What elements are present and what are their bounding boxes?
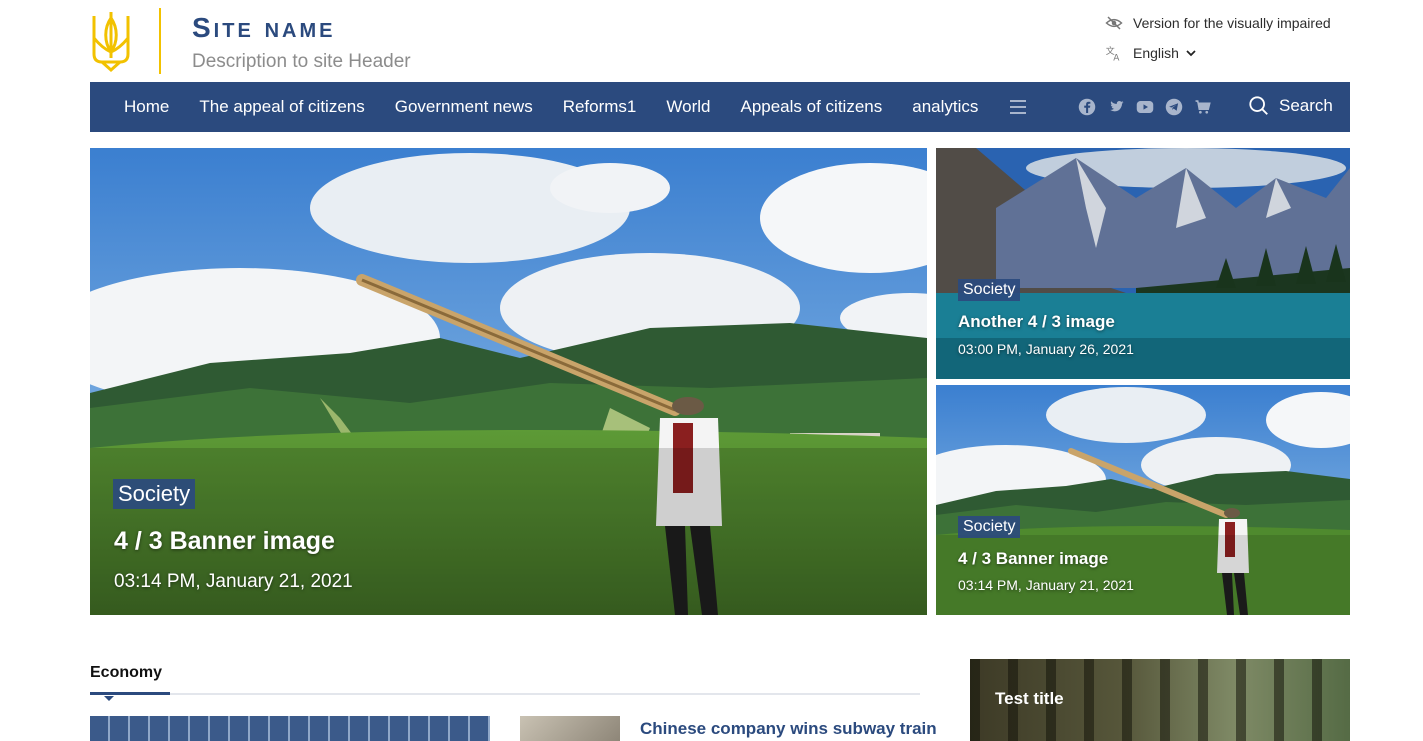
nav-item-reforms[interactable]: Reforms1	[563, 97, 637, 117]
accessibility-label: Version for the visually impaired	[1133, 15, 1331, 31]
menu-hamburger-icon[interactable]	[1010, 100, 1027, 114]
section-active-indicator	[90, 692, 170, 695]
category-tag[interactable]: Society	[958, 279, 1021, 301]
article-image-solar-panels[interactable]	[90, 716, 490, 741]
nav-item-home[interactable]: Home	[124, 97, 169, 117]
search-icon	[1249, 96, 1268, 115]
search-label: Search	[1279, 96, 1333, 115]
site-description: Description to site Header	[192, 51, 411, 72]
nav-menu: Home The appeal of citizens Government n…	[124, 97, 1027, 117]
section-tab-economy[interactable]: Economy	[90, 664, 162, 682]
article-thumbnail[interactable]	[520, 716, 620, 741]
section-divider	[90, 693, 920, 695]
nav-item-world[interactable]: World	[666, 97, 710, 117]
side-banner[interactable]: Society Another 4 / 3 image 03:00 PM, Ja…	[936, 148, 1350, 379]
language-selector[interactable]: 文 A English	[1105, 40, 1335, 66]
logo-divider	[159, 8, 161, 74]
article-title[interactable]: Chinese company wins subway train	[640, 719, 937, 739]
telegram-icon[interactable]	[1165, 98, 1183, 116]
nav-item-appeals-of-citizens[interactable]: Appeals of citizens	[740, 97, 882, 117]
banner-title[interactable]: 4 / 3 Banner image	[114, 527, 335, 556]
utility-links: Version for the visually impaired 文 A En…	[1105, 10, 1335, 70]
side-banner[interactable]: Society 4 / 3 Banner image 03:14 PM, Jan…	[936, 385, 1350, 615]
site-title[interactable]: Site name	[192, 12, 335, 44]
sidebar-card-title[interactable]: Test title	[995, 689, 1064, 709]
banner-title[interactable]: Another 4 / 3 image	[958, 312, 1115, 332]
banner-title[interactable]: 4 / 3 Banner image	[958, 549, 1108, 569]
language-label: English	[1133, 45, 1179, 61]
banner-date: 03:00 PM, January 26, 2021	[958, 341, 1134, 357]
eye-off-icon	[1105, 16, 1123, 30]
facebook-icon[interactable]	[1078, 98, 1096, 116]
sidebar-card[interactable]: Test title	[970, 659, 1350, 741]
banner-date: 03:14 PM, January 21, 2021	[958, 577, 1134, 593]
translate-icon: 文 A	[1106, 45, 1121, 63]
nav-item-appeal-of-citizens[interactable]: The appeal of citizens	[199, 97, 364, 117]
main-banner[interactable]: Society 4 / 3 Banner image 03:14 PM, Jan…	[90, 148, 927, 615]
site-header: Site name Description to site Header Ver…	[90, 0, 1350, 82]
chevron-down-icon	[1186, 50, 1196, 57]
nav-item-analytics[interactable]: analytics	[912, 97, 978, 117]
youtube-icon[interactable]	[1136, 98, 1154, 116]
social-links	[1078, 98, 1223, 116]
category-tag[interactable]: Society	[958, 516, 1021, 538]
category-tag[interactable]: Society	[113, 479, 196, 509]
nav-item-government-news[interactable]: Government news	[395, 97, 533, 117]
main-navbar: Home The appeal of citizens Government n…	[90, 82, 1350, 132]
caret-down-icon	[104, 696, 114, 701]
search-button[interactable]: Search	[1248, 95, 1333, 117]
svg-text:A: A	[1113, 54, 1120, 63]
twitter-icon[interactable]	[1107, 98, 1125, 116]
cart-icon[interactable]	[1194, 98, 1212, 116]
trident-logo-icon[interactable]	[90, 8, 132, 74]
accessibility-link[interactable]: Version for the visually impaired	[1105, 10, 1335, 36]
banner-date: 03:14 PM, January 21, 2021	[114, 571, 353, 592]
